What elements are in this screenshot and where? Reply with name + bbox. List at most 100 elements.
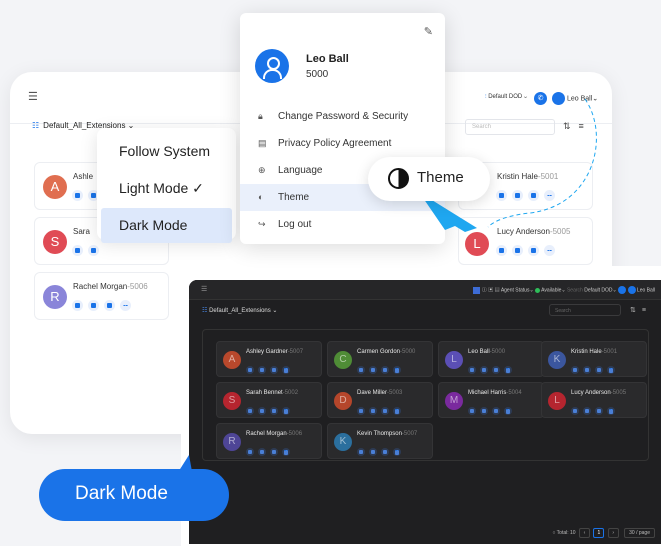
more-icon[interactable] [393, 366, 401, 374]
video-icon[interactable] [369, 407, 377, 415]
pagination: ○ Total: 10 ‹ 1 › 30 / page [552, 528, 655, 538]
extension-card[interactable]: R Rachel Morgan-5006 [34, 272, 169, 320]
chat-icon[interactable] [492, 366, 500, 374]
more-icon[interactable] [393, 448, 401, 456]
refresh-icon[interactable]: ○ [552, 530, 555, 536]
grid-icon[interactable]: ▣ [488, 287, 493, 293]
calendar-icon[interactable]: ▤ [495, 287, 500, 293]
more-icon[interactable] [607, 407, 615, 415]
extension-name: Sara [73, 227, 90, 236]
phone-icon[interactable] [618, 286, 627, 294]
more-icon[interactable] [544, 245, 555, 256]
extension-card[interactable]: C Carmen Gordon-5000 [327, 341, 433, 377]
extension-card[interactable]: K Kristin Hale-5001 [541, 341, 647, 377]
agent-status-selector[interactable]: Agent Status [501, 287, 530, 293]
help-icon[interactable]: ⓘ [482, 287, 487, 293]
video-icon[interactable] [88, 300, 99, 311]
call-icon[interactable] [246, 407, 254, 415]
call-icon[interactable] [246, 448, 254, 456]
extension-card[interactable]: R Rachel Morgan-5006 [216, 423, 322, 459]
view-tools[interactable]: ⇅≡ [630, 306, 652, 314]
chat-icon[interactable] [104, 300, 115, 311]
video-icon[interactable] [369, 448, 377, 456]
video-icon[interactable] [583, 407, 591, 415]
extension-name: Michael Harris [468, 390, 507, 396]
call-icon[interactable] [72, 190, 83, 201]
chat-icon[interactable] [595, 407, 603, 415]
extension-card[interactable]: S Sarah Bennet-5002 [216, 382, 322, 418]
search-input[interactable]: Search [549, 304, 621, 316]
more-icon[interactable] [120, 300, 131, 311]
extension-card[interactable]: K Kevin Thompson-5007 [327, 423, 433, 459]
extension-card[interactable]: D Dave Miller-5003 [327, 382, 433, 418]
chat-icon[interactable] [492, 407, 500, 415]
chat-icon[interactable] [270, 448, 278, 456]
video-icon[interactable] [369, 366, 377, 374]
page-number-button[interactable]: 1 [593, 528, 605, 538]
extension-grid: A Ashley Gardner-5007 C Carmen Gordon-5000… [202, 329, 649, 461]
more-icon[interactable] [504, 366, 512, 374]
menu-icon[interactable]: ☰ [201, 285, 207, 293]
available-selector[interactable]: Available [541, 287, 561, 293]
user-name[interactable]: Leo Ball [637, 287, 655, 293]
chat-icon[interactable] [381, 407, 389, 415]
theme-option-dark-mode[interactable]: Dark Mode [101, 208, 232, 243]
dark-mode-callout-label: Dark Mode [75, 483, 168, 504]
extension-group-selector[interactable]: ☷ Default_All_Extensions ⌄ [202, 307, 277, 314]
call-icon[interactable] [357, 448, 365, 456]
video-icon[interactable] [258, 448, 266, 456]
extension-name: Kevin Thompson [357, 431, 402, 437]
call-icon[interactable] [246, 366, 254, 374]
chat-icon[interactable] [528, 245, 539, 256]
video-icon[interactable] [258, 366, 266, 374]
extension-card[interactable]: A Ashley Gardner-5007 [216, 341, 322, 377]
prev-page-button[interactable]: ‹ [578, 528, 590, 538]
video-icon[interactable] [583, 366, 591, 374]
extension-name: Dave Miller [357, 390, 388, 396]
globe-icon: ⊕ [258, 165, 266, 175]
more-icon[interactable] [393, 407, 401, 415]
video-icon[interactable] [512, 245, 523, 256]
chat-icon[interactable] [595, 366, 603, 374]
menu-item-change-password[interactable]: 🔒︎ Change Password & Security [240, 103, 445, 130]
call-icon[interactable] [468, 366, 476, 374]
call-icon[interactable] [357, 407, 365, 415]
video-icon[interactable] [480, 407, 488, 415]
dod-label[interactable]: Default DOD [584, 287, 612, 293]
call-icon[interactable] [72, 300, 83, 311]
more-icon[interactable] [282, 448, 290, 456]
call-icon[interactable] [496, 245, 507, 256]
more-icon[interactable] [504, 407, 512, 415]
profile-name: Leo Ball [306, 53, 349, 65]
call-icon[interactable] [357, 366, 365, 374]
page-size-selector[interactable]: 30 / page [624, 528, 655, 538]
chat-icon[interactable] [270, 407, 278, 415]
avatar: K [548, 351, 566, 369]
chat-icon[interactable] [381, 448, 389, 456]
more-icon[interactable] [282, 366, 290, 374]
theme-option-follow-system[interactable]: Follow System [101, 134, 232, 169]
list-icon[interactable]: ≡ [642, 307, 652, 314]
call-icon[interactable] [72, 245, 83, 256]
avatar: R [43, 285, 67, 309]
filter-icon[interactable]: ⇅ [630, 307, 642, 314]
extension-card[interactable]: L Leo Ball-5000 [438, 341, 544, 377]
edit-icon[interactable]: ✎ [424, 25, 433, 38]
call-icon[interactable] [468, 407, 476, 415]
more-icon[interactable] [282, 407, 290, 415]
video-icon[interactable] [88, 245, 99, 256]
extension-card[interactable]: M Michael Harris-5004 [438, 382, 544, 418]
menu-item-privacy-policy[interactable]: ▤ Privacy Policy Agreement [240, 130, 445, 157]
menu-icon[interactable]: ☰ [28, 90, 38, 103]
extension-card[interactable]: L Lucy Anderson-5005 [541, 382, 647, 418]
chat-icon[interactable] [381, 366, 389, 374]
call-icon[interactable] [571, 407, 579, 415]
video-icon[interactable] [258, 407, 266, 415]
top-search-input[interactable]: Search [567, 287, 583, 293]
more-icon[interactable] [607, 366, 615, 374]
chat-icon[interactable] [270, 366, 278, 374]
next-page-button[interactable]: › [607, 528, 619, 538]
theme-option-light-mode[interactable]: Light Mode ✓ [101, 171, 232, 206]
video-icon[interactable] [480, 366, 488, 374]
call-icon[interactable] [571, 366, 579, 374]
